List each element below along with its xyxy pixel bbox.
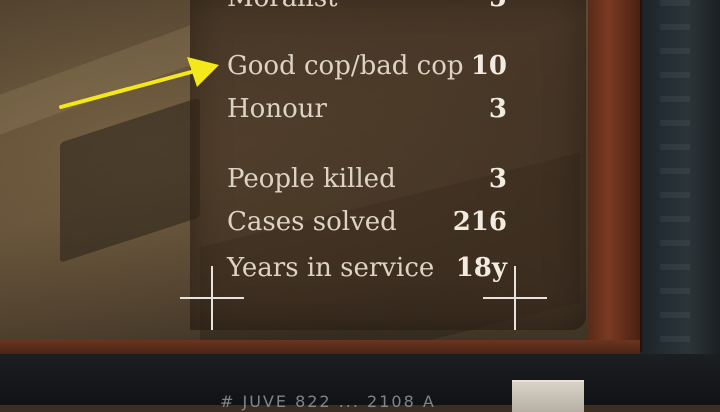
stat-value: 3 <box>488 164 507 194</box>
stat-label: People killed <box>227 164 396 194</box>
bottom-bar-text: # JUVE 822 ... 2108 A <box>220 392 436 411</box>
stat-row-cases-solved: Cases solved 216 <box>227 202 507 242</box>
background-shadow <box>60 97 200 263</box>
stat-value: 10 <box>470 51 507 81</box>
crosshair-left-icon <box>180 266 244 330</box>
annotation-arrow-icon <box>59 57 219 109</box>
stat-label: Honour <box>227 94 327 124</box>
stat-row-good-cop-bad-cop: Good cop/bad cop 10 <box>227 46 507 86</box>
stat-label: Good cop/bad cop <box>227 51 464 81</box>
stat-value: 5 <box>489 0 507 18</box>
stat-row-honour: Honour 3 <box>227 89 507 129</box>
wooden-frame-bottom <box>0 340 640 354</box>
bottom-thumbnail[interactable] <box>512 380 584 412</box>
stat-value: 3 <box>488 94 507 124</box>
stat-row-morality: Moralist 5 <box>227 0 507 18</box>
stat-label: Years in service <box>227 253 435 283</box>
wooden-frame-right <box>588 0 642 352</box>
stat-label: Moralist <box>227 0 338 18</box>
stat-row-years-in-service: Years in service 18y <box>227 248 507 288</box>
right-background-area <box>640 0 720 405</box>
crosshair-right-icon <box>483 266 547 330</box>
stat-label: Cases solved <box>227 207 397 237</box>
stat-row-people-killed: People killed 3 <box>227 159 507 199</box>
stat-value: 216 <box>452 207 507 237</box>
